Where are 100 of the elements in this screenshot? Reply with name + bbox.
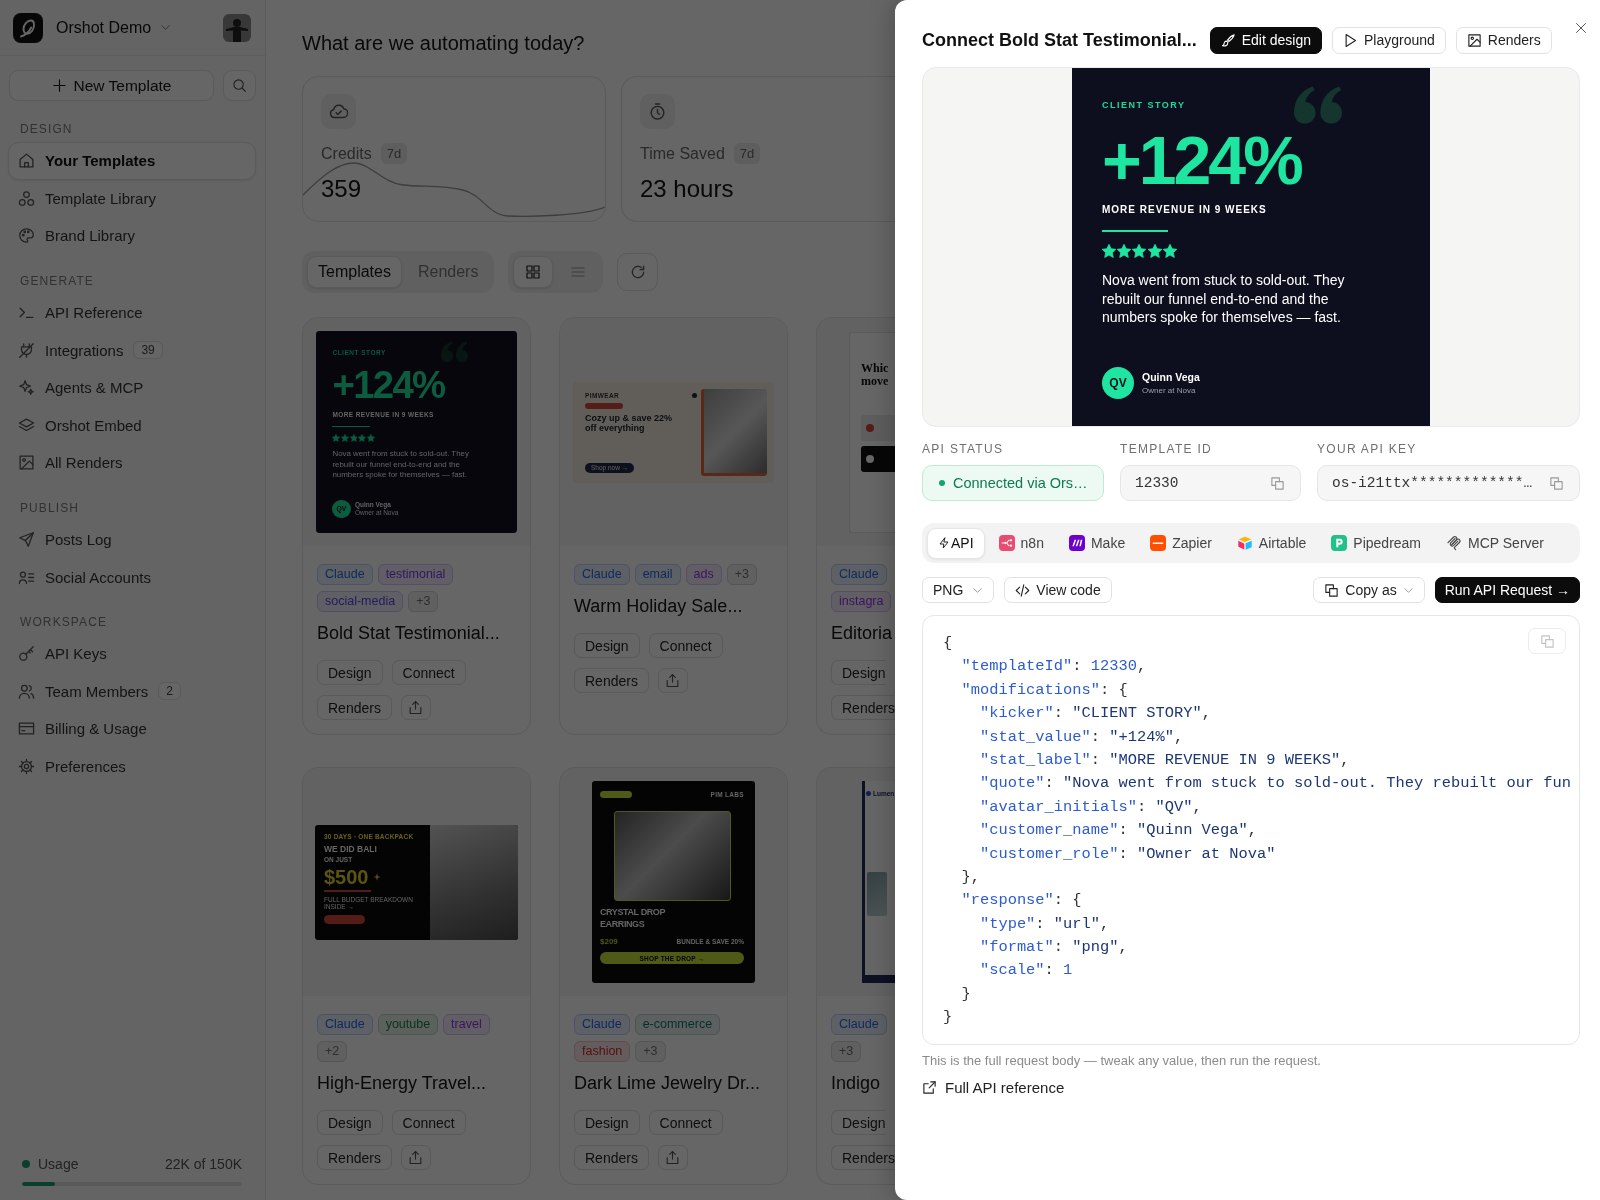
edit-design-button[interactable]: Edit design [1209,26,1322,54]
field-label: YOUR API KEY [1317,443,1417,456]
count-badge: 2 [158,682,182,701]
sidebar-item[interactable]: Agents & MCP [8,368,256,407]
action-button[interactable]: Renders [574,1145,649,1170]
sidebar-item[interactable]: Your Templates [8,142,256,180]
shapes-icon [18,189,35,207]
drawer-title: Connect Bold Stat Testimonial... [922,29,1197,52]
kicker-text: CLIENT STORY [1102,100,1186,112]
integration-tab[interactable]: n8n [987,527,1055,559]
avatar-icon[interactable] [223,13,251,42]
brush-icon [1220,32,1236,48]
action-button[interactable]: Renders [574,668,649,693]
sidebar-item[interactable]: Billing & Usage [8,710,256,748]
plug-icon [18,341,35,359]
headline-text: WE DID BALI [324,843,377,854]
readonly-field: os-i21ttx*************… [1317,465,1580,501]
stat-label: Time Saved [640,143,725,164]
poll-heading: Whic move [861,361,889,388]
share-button[interactable] [657,668,688,693]
sidebar-item[interactable]: Posts Log [8,520,256,559]
copy-icon [1539,633,1555,649]
action-button[interactable]: Connect [391,660,466,685]
external-link-icon [922,1080,937,1096]
copy-button[interactable] [1268,474,1286,492]
api-reference-link[interactable]: Full API reference [922,1078,1065,1097]
share-button[interactable] [657,1145,688,1170]
refresh-icon [629,264,646,280]
format-dropdown[interactable]: PNG [922,577,995,603]
template-title: Bold Stat Testimonial... [317,622,500,645]
copy-as-dropdown[interactable]: Copy as [1313,577,1425,603]
run-request-button[interactable]: Run API Request → [1434,577,1580,603]
usage-label: Usage [38,1156,79,1172]
sidebar-item[interactable]: Social Accounts [8,558,256,596]
action-button[interactable]: Renders [831,695,895,720]
code-line: "stat_value": "+124%", [979,727,1184,746]
integration-tab[interactable]: Zapier [1139,527,1223,559]
workspace-switcher[interactable]: Orshot Demo [56,18,172,37]
product-heading: CRYSTAL DROP EARRINGS [600,906,666,930]
template-title: Warm Holiday Sale... [574,595,743,618]
nodes-logo-icon [998,535,1015,551]
image-icon [1466,32,1482,48]
template-tag: e-commerce [634,1014,721,1035]
sidebar-item[interactable]: All Renders [8,444,256,482]
view-code-button[interactable]: View code [1004,577,1112,603]
stopwatch-icon [640,94,675,129]
connection-status: Connected via Ors… [922,465,1104,501]
refresh-button[interactable] [617,253,659,291]
code-line: "customer_role": "Owner at Nova" [979,844,1276,863]
action-button[interactable]: Design [317,1110,383,1135]
sidebar-item[interactable]: Template Library [8,179,256,218]
search-icon [232,78,247,93]
integration-tab[interactable]: Make [1057,527,1137,559]
renders-button[interactable]: Renders [1455,26,1552,54]
action-button[interactable]: Design [317,660,383,685]
new-template-button[interactable]: New Template [9,70,214,101]
integration-tab[interactable]: MCP Server [1435,527,1555,559]
action-button[interactable]: Design [831,1110,886,1135]
code-line: "type": "url", [979,914,1110,933]
action-button[interactable]: Connect [648,1110,723,1135]
grid-icon [525,264,542,280]
cta-pill [324,914,365,924]
integration-tab[interactable]: Airtable [1225,527,1318,559]
share-button[interactable] [400,1145,431,1170]
action-button[interactable]: Connect [648,633,723,658]
template-tag: ads [685,564,722,585]
code-line: "kicker": "CLIENT STORY", [979,704,1211,723]
sidebar-item[interactable]: Brand Library [8,217,256,255]
tab[interactable]: Templates [307,256,402,288]
action-button[interactable]: Design [831,660,886,685]
code-line: "templateId": 12330, [961,657,1147,676]
action-button[interactable]: Renders [317,1145,392,1170]
grid-view-button[interactable] [513,256,554,288]
rounded-logo-icon [1331,535,1348,551]
integration-tab[interactable]: API [927,527,985,559]
sidebar-item[interactable]: API Reference [8,293,256,332]
sidebar-item[interactable]: API Keys [8,634,256,673]
template-tag: Claude [317,1014,373,1035]
action-button[interactable]: Design [574,1110,640,1135]
sidebar-item[interactable]: Integrations 39 [8,331,256,369]
action-button[interactable]: Renders [317,695,392,720]
playground-button[interactable]: Playground [1331,26,1446,54]
sidebar-item[interactable]: Team Members 2 [8,672,256,711]
action-button[interactable]: Renders [831,1145,895,1170]
integration-tab[interactable]: Pipedream [1320,527,1433,559]
sidebar-item[interactable]: Orshot Embed [8,406,256,445]
search-button[interactable] [223,70,256,101]
action-button[interactable]: Design [574,633,640,658]
share-button[interactable] [400,695,431,720]
stat-text: +124% [1102,126,1301,194]
image-icon [18,454,35,472]
copy-button[interactable] [1547,474,1565,492]
count-badge: 39 [133,341,163,360]
code-line: }, [961,867,980,886]
sidebar-item[interactable]: Preferences [8,747,256,786]
copy-button[interactable] [1528,628,1566,654]
share-icon [408,700,424,715]
code-line: "modifications": { [961,680,1128,699]
action-button[interactable]: Connect [391,1110,466,1135]
sparkle-icon [18,379,35,397]
